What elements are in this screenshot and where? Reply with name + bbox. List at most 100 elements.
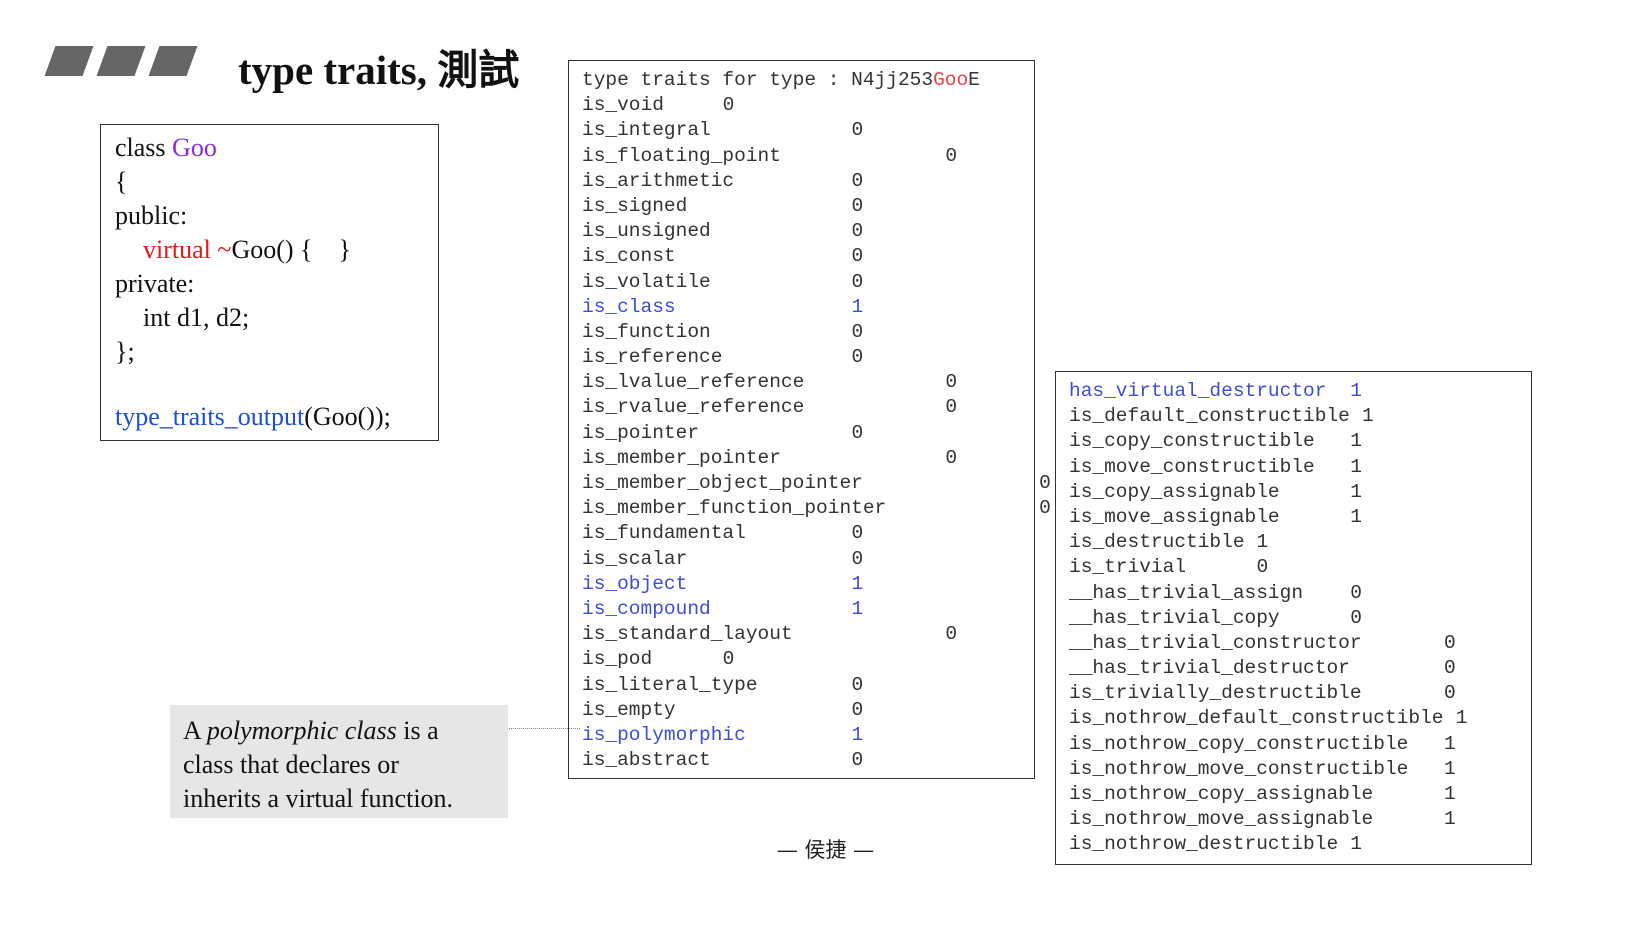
title-bar-shape [148,46,198,76]
trait-row: is_member_object_pointer 0 [582,471,1051,496]
trait-value: 1 [1350,480,1362,503]
code-line: { [115,167,128,196]
trait-value: 0 [851,749,864,772]
trait-value: 1 [851,572,864,595]
trait-value: 1 [851,597,864,620]
code-keyword: class [115,133,173,162]
trait-name: is_reference [582,346,723,369]
trait-row: __has_trivial_copy 0 [1069,606,1531,631]
trait-row: is_function 0 [582,320,1034,345]
trait-value: 0 [1350,606,1362,629]
trait-row: is_polymorphic 1 [582,723,1034,748]
trait-row: is_copy_constructible 1 [1069,429,1531,454]
trait-row: is_literal_type 0 [582,673,1034,698]
trait-name: is_volatile [582,270,711,293]
trait-name: is_empty [582,698,676,721]
trait-name: is_member_object_pointer [582,472,863,494]
trait-name: is_arithmetic [582,169,735,192]
traits-output-primary: type traits for type : N4jj253GooE is_vo… [568,60,1051,779]
trait-name: is_class [582,295,676,318]
trait-name: has_virtual_destructor [1069,380,1327,402]
trait-value: 0 [1444,631,1456,654]
code-function-call: type_traits_output [115,402,305,431]
trait-row: is_nothrow_move_assignable 1 [1069,807,1531,832]
note-text: A [183,716,207,745]
trait-row: has_virtual_destructor 1 [1069,379,1531,404]
trait-value: 0 [1444,657,1456,680]
trait-row: is_fundamental 0 [582,521,1034,546]
trait-name: __has_trivial_constructor [1069,631,1362,654]
code-tilde: ~ [210,235,232,264]
code-virtual-keyword: virtual [143,235,211,264]
trait-value: 1 [1256,531,1269,554]
code-line: class Goo [115,131,438,165]
trait-row: is_standard_layout 0 [582,622,1034,647]
trait-row: is_pointer 0 [582,421,1034,446]
trait-row: is_move_assignable 1 [1069,505,1531,530]
trait-row: is_copy_assignable 1 [1069,480,1531,505]
trait-row: is_nothrow_default_constructible 1 [1069,706,1531,731]
trait-row: is_default_constructible 1 [1069,404,1531,429]
trait-row: is_volatile 0 [582,270,1034,295]
trait-row: is_floating_point 0 [582,144,1034,169]
title-bar-shape [44,46,94,76]
trait-name: is_trivial [1069,556,1187,579]
trait-name: is_scalar [582,547,688,570]
note-line: inherits a virtual function. [183,784,454,813]
trait-value: 1 [1444,808,1456,831]
note-emphasis: polymorphic class [206,716,397,745]
trait-name: is_const [582,245,676,268]
trait-row: __has_trivial_constructor 0 [1069,631,1531,656]
trait-value: 0 [851,270,864,293]
trait-name: is_void [582,94,664,117]
trait-value: 0 [945,144,958,167]
trait-name: is_move_constructible [1069,455,1315,478]
trait-name: is_abstract [582,749,711,772]
trait-value: 1 [1362,405,1374,428]
note-line: A polymorphic class is a [183,714,508,748]
trait-value: 0 [945,623,958,646]
trait-name: is_member_function_pointer [582,497,887,520]
trait-row: is_empty 0 [582,698,1034,723]
trait-row: is_move_constructible 1 [1069,455,1531,480]
trait-row: is_trivially_destructible 0 [1069,681,1531,706]
trait-value: 1 [1350,380,1362,402]
trait-row: is_scalar 0 [582,547,1034,572]
trait-name: is_default_constructible [1069,405,1350,428]
trait-row: is_signed 0 [582,194,1034,219]
trait-row: is_nothrow_move_constructible 1 [1069,757,1531,782]
trait-row: is_class 1 [582,295,1034,320]
trait-name: is_nothrow_default_constructible [1069,707,1444,730]
trait-row: is_trivial 0 [1069,555,1531,580]
trait-value: 0 [851,119,864,142]
trait-value: 0 [851,220,864,243]
trait-name: is_trivially_destructible [1069,682,1362,705]
trait-value: 1 [851,295,864,318]
trait-name: is_polymorphic [582,723,746,746]
note-text: is a [396,716,439,745]
trait-value: 0 [851,169,864,192]
trait-row: __has_trivial_destructor 0 [1069,656,1531,681]
trait-value: 0 [722,648,735,671]
code-snippet: class Goo { public: virtual ~Goo() { } p… [100,124,439,441]
trait-value: 0 [851,522,864,545]
trait-name: is_integral [582,119,711,142]
trait-row: is_void 0 [582,93,1034,118]
trait-value: 1 [1350,430,1362,453]
polymorphic-note: A polymorphic class is a class that decl… [170,705,508,818]
trait-row: __has_trivial_assign 0 [1069,581,1531,606]
code-line: public: [115,201,188,230]
trait-row: is_nothrow_copy_assignable 1 [1069,782,1531,807]
trait-value: 0 [851,673,864,696]
code-line: }; [115,337,135,366]
trait-value: 0 [851,547,864,570]
trait-name: is_pointer [582,421,700,444]
traits-header-type-name: Goo [933,69,969,91]
trait-name: is_signed [582,194,688,217]
trait-name: is_member_pointer [582,446,781,469]
trait-row: is_pod 0 [582,647,1034,672]
trait-name: is_compound [582,597,711,620]
trait-value: 0 [851,245,864,268]
trait-value: 1 [1444,732,1456,755]
trait-name: is_move_assignable [1069,505,1280,528]
